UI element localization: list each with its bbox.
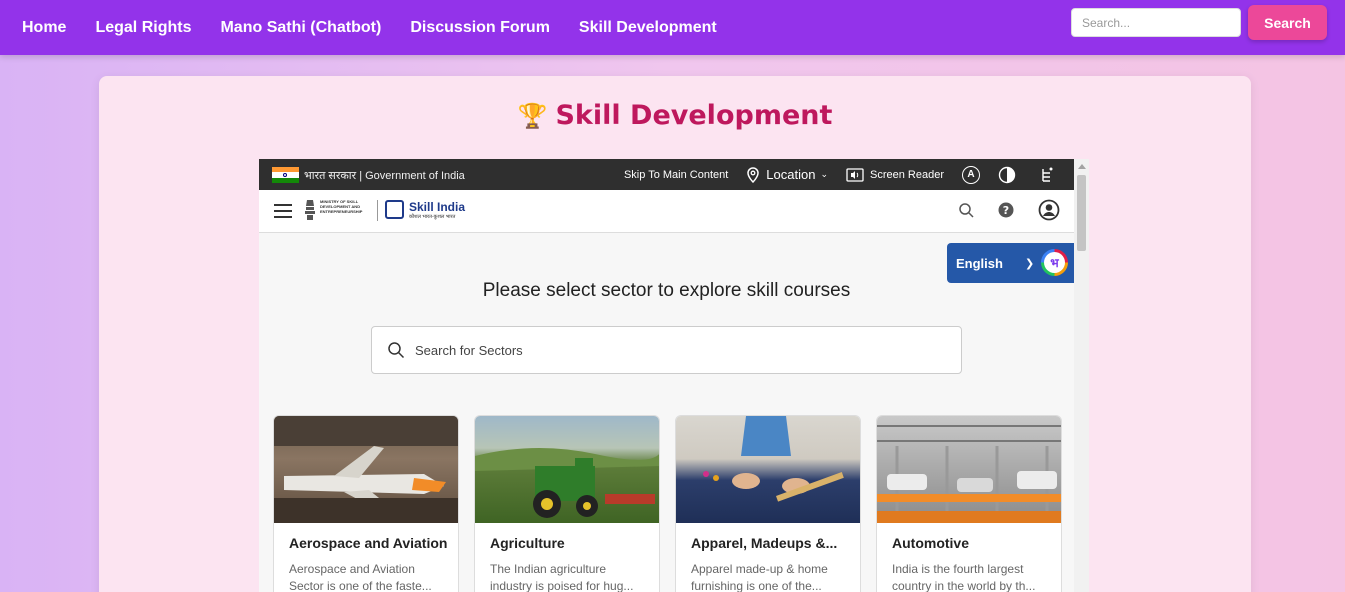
svg-text:?: ? [1003, 204, 1009, 217]
page-title-text: Skill Development [555, 100, 833, 131]
sitemap-icon [1042, 167, 1053, 182]
sector-name: Aerospace and Aviation [289, 535, 448, 551]
sector-card-apparel[interactable]: Apparel, Madeups &... Apparel made-up & … [675, 415, 861, 592]
page-title: 🏆 Skill Development [99, 100, 1251, 131]
bhashini-icon[interactable]: भ [1041, 249, 1068, 276]
screen-reader-link[interactable]: Screen Reader [846, 167, 944, 182]
language-selector[interactable]: English ❯ भ [947, 243, 1074, 283]
nav-link-mano-sathi[interactable]: Mano Sathi (Chatbot) [220, 19, 381, 37]
sector-description: Aerospace and Aviation Sector is one of t… [289, 562, 432, 592]
aerospace-image [274, 416, 458, 523]
nav-links: Home Legal Rights Mano Sathi (Chatbot) D… [0, 19, 746, 37]
language-selected: English [956, 255, 1003, 271]
gov-english-text: Government of India [365, 170, 465, 182]
chevron-down-icon: ❯ [1024, 257, 1035, 270]
chevron-down-icon: ⌄ [820, 169, 828, 179]
screen-reader-icon [846, 167, 864, 182]
embed-scrollbar[interactable] [1074, 159, 1089, 592]
user-account-icon[interactable] [1038, 199, 1060, 221]
nav-search-input[interactable] [1071, 8, 1241, 37]
skill-india-logo-icon [385, 200, 404, 219]
skip-to-main-link[interactable]: Skip To Main Content [624, 169, 728, 181]
automotive-image [877, 416, 1061, 523]
nav-search-button[interactable]: Search [1248, 5, 1327, 40]
logo-divider [377, 200, 378, 221]
sector-search-box[interactable] [371, 326, 962, 374]
nav-link-skill-development[interactable]: Skill Development [579, 19, 717, 37]
sector-description: Apparel made-up & home furnishing is one … [691, 562, 828, 592]
bhashini-glyph: भ [1044, 252, 1065, 273]
india-flag-icon [272, 167, 299, 183]
gov-bar: भारत सरकार | Government of India Skip To… [259, 159, 1074, 190]
gov-bar-actions: Skip To Main Content Location ⌄ Screen R… [606, 159, 1060, 190]
sector-name: Agriculture [490, 535, 565, 551]
sector-heading: Please select sector to explore skill co… [482, 280, 851, 301]
sector-name: Apparel, Madeups &... [691, 535, 838, 551]
header-icons: ? [934, 199, 1060, 221]
agriculture-image [475, 416, 659, 523]
gov-hindi-text: भारत सरकार [304, 170, 357, 182]
sector-search-input[interactable] [415, 342, 935, 358]
nav-link-legal-rights[interactable]: Legal Rights [95, 19, 191, 37]
sector-name: Automotive [892, 535, 969, 551]
font-size-icon: A [962, 165, 980, 184]
gov-label: भारत सरकार | Government of India [304, 170, 465, 182]
location-label: Location [766, 167, 816, 182]
scroll-up-arrow-icon[interactable] [1078, 164, 1086, 169]
top-navbar: Home Legal Rights Mano Sathi (Chatbot) D… [0, 0, 1345, 55]
search-icon[interactable] [958, 202, 974, 218]
national-emblem-icon [305, 200, 315, 220]
contrast-button[interactable] [998, 166, 1022, 184]
skill-india-tagline: कौशल भारत-कुशल भारत [409, 214, 456, 220]
location-selector[interactable]: Location ⌄ [746, 166, 828, 183]
scroll-thumb[interactable] [1077, 175, 1086, 251]
contrast-icon [998, 166, 1016, 183]
skill-india-embed: भारत सरकार | Government of India Skip To… [259, 159, 1089, 592]
apparel-image [676, 416, 860, 523]
skill-india-logo-text[interactable]: Skill India [409, 200, 465, 214]
font-size-button[interactable]: A [962, 165, 980, 184]
trophy-icon: 🏆 [517, 102, 548, 130]
hamburger-menu-icon[interactable] [274, 204, 292, 218]
sector-card-automotive[interactable]: Automotive India is the fourth largest co… [876, 415, 1062, 592]
sector-description: The Indian agriculture industry is poised… [490, 562, 634, 592]
nav-link-home[interactable]: Home [22, 19, 66, 37]
screen-reader-label: Screen Reader [870, 168, 944, 181]
ministry-text: MINISTRY OF SKILL DEVELOPMENT AND ENTREP… [320, 199, 363, 214]
search-icon [388, 342, 405, 359]
sector-description: India is the fourth largest country in th… [892, 562, 1036, 592]
sector-card-agriculture[interactable]: Agriculture The Indian agriculture indust… [474, 415, 660, 592]
site-header: MINISTRY OF SKILL DEVELOPMENT AND ENTREP… [259, 190, 1074, 233]
nav-link-discussion-forum[interactable]: Discussion Forum [410, 19, 550, 37]
sitemap-button[interactable] [1040, 167, 1060, 183]
sector-card-list: Aerospace and Aviation Aerospace and Avi… [273, 415, 1077, 592]
help-icon[interactable]: ? [998, 202, 1014, 218]
location-pin-icon [747, 166, 760, 183]
sector-card-aerospace[interactable]: Aerospace and Aviation Aerospace and Avi… [273, 415, 459, 592]
